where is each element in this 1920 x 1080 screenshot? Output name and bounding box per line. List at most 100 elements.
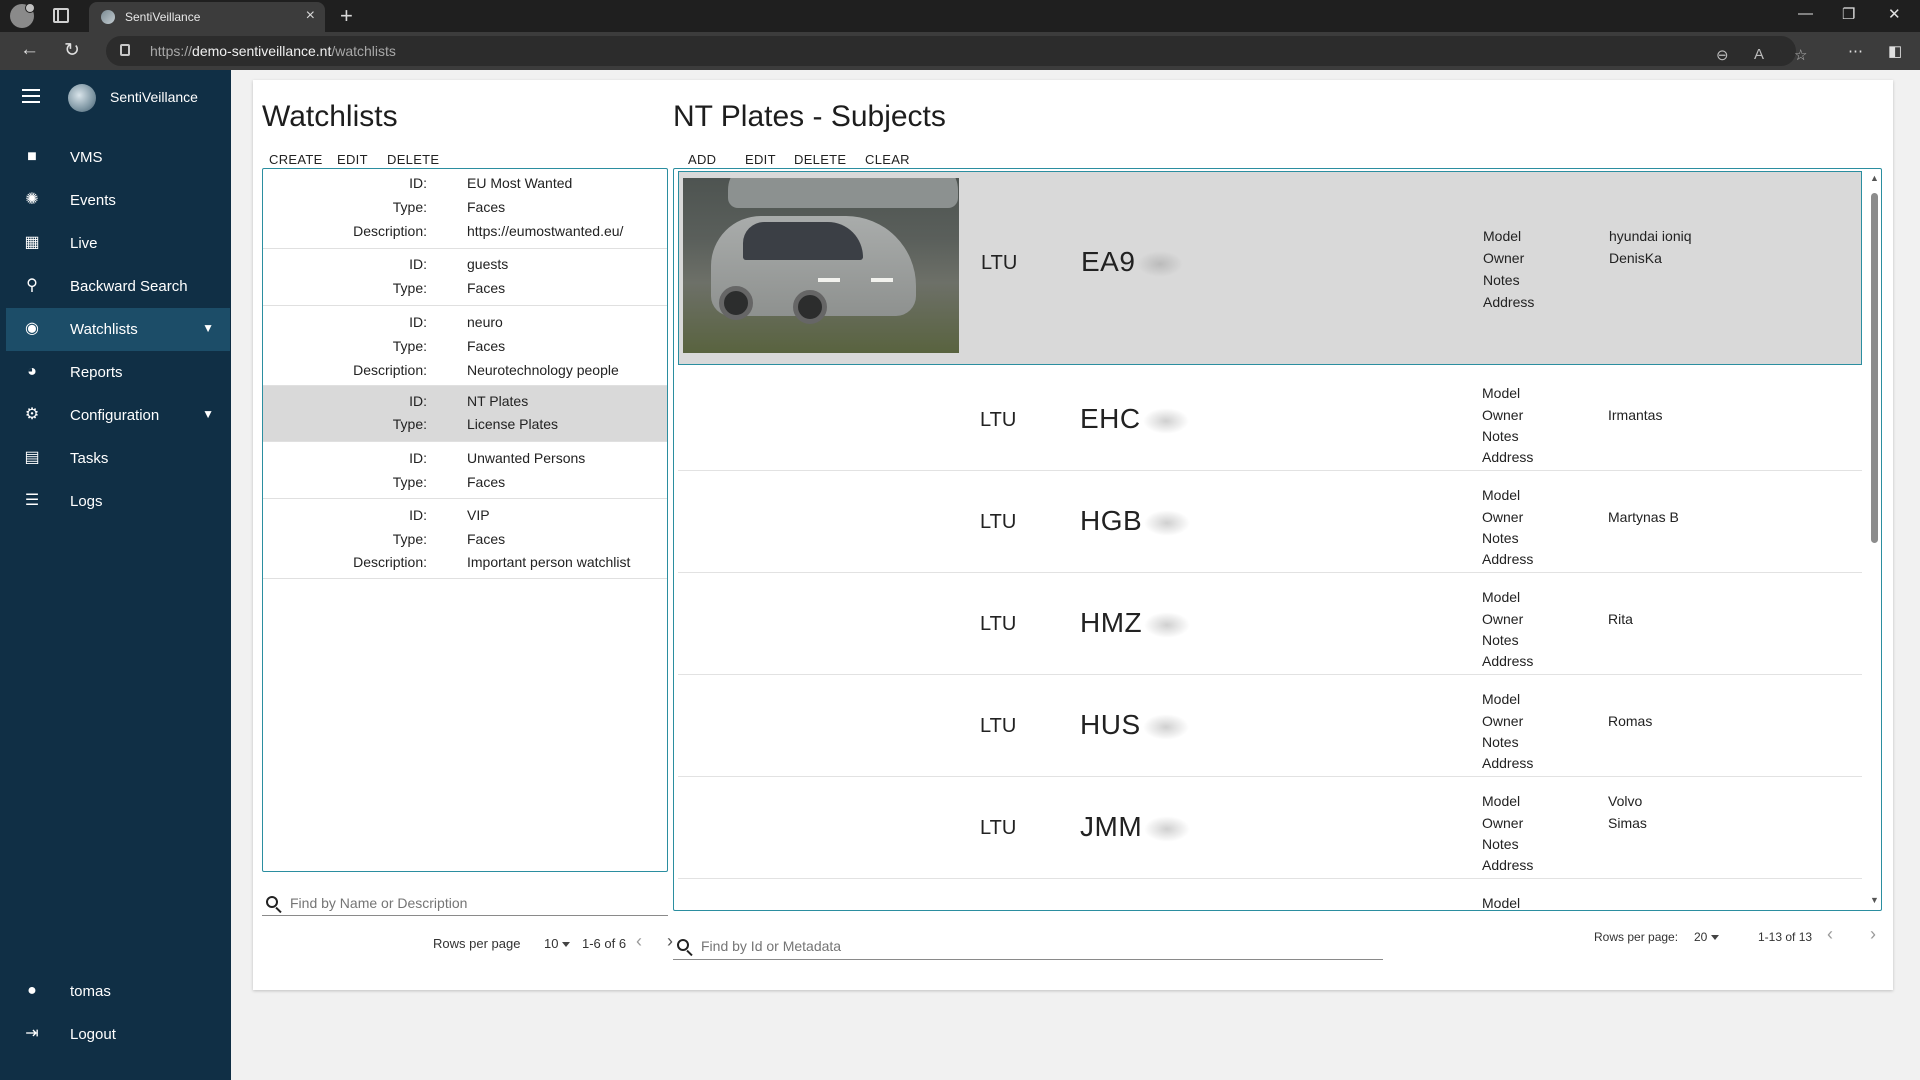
watchlist-id: VIP — [467, 507, 490, 523]
plate-country: LTU — [981, 252, 1018, 274]
sidebar-item-live[interactable]: ▦ Live — [6, 222, 230, 265]
new-tab-icon[interactable]: + — [340, 3, 353, 29]
owner-label: Owner — [1482, 815, 1524, 831]
minimize-icon[interactable]: — — [1798, 5, 1813, 22]
subject-item[interactable]: LTU HUS Model Owner Notes Address Romas — [678, 675, 1862, 777]
tab-close-icon[interactable]: × — [306, 7, 315, 25]
subject-item[interactable]: LTU HGB Model Owner Notes Address Martyn… — [678, 471, 1862, 573]
sidebar-item-reports[interactable]: ◕ Reports — [6, 351, 230, 394]
subject-item[interactable]: LTU HMZ Model Owner Notes Address Rita — [678, 573, 1862, 675]
watchlist-type: Faces — [467, 199, 506, 215]
video-camera-icon: ■ — [27, 148, 37, 165]
sidebar-item-backward-search[interactable]: ⚲ Backward Search — [6, 265, 230, 308]
zoom-out-icon[interactable]: ⊖ — [1716, 46, 1729, 64]
watchlist-item[interactable]: ID: EU Most Wanted Type: Faces Description… — [263, 169, 667, 249]
sidebar-item-tasks[interactable]: ▤ Tasks — [6, 437, 230, 480]
user-profile[interactable]: ● tomas — [6, 970, 230, 1013]
plate-number: EHC — [1080, 403, 1189, 435]
rows-per-page-select[interactable]: 10 — [544, 936, 571, 951]
watchlist-search-field[interactable] — [262, 890, 668, 916]
rows-per-page-value: 10 — [544, 936, 559, 951]
subject-search-field[interactable] — [673, 930, 1383, 960]
sidebar-item-logs[interactable]: ☰ Logs — [6, 480, 230, 523]
scroll-up-icon[interactable]: ▲ — [1870, 173, 1879, 183]
watchlist-search-input[interactable] — [290, 895, 650, 911]
menu-icon[interactable] — [22, 89, 40, 103]
url-field[interactable]: https://demo-sentiveillance.nt/watchlist… — [106, 36, 1807, 66]
notes-label: Notes — [1482, 428, 1519, 444]
watchlist-item[interactable]: ID: guests Type: Faces — [263, 249, 667, 306]
sidebar-item-label: Logs — [70, 493, 103, 510]
notes-label: Notes — [1482, 632, 1519, 648]
read-aloud-icon[interactable]: A — [1754, 46, 1764, 63]
plate-number-text: EA9 — [1081, 246, 1136, 277]
model-label: Model — [1482, 793, 1521, 809]
id-label: ID: — [409, 507, 427, 523]
subject-item[interactable]: Model — [678, 879, 1862, 911]
redaction-blur — [1144, 509, 1191, 536]
description-label: Description: — [353, 223, 427, 239]
browser-tab[interactable]: SentiVeillance × — [89, 2, 325, 32]
edit-button[interactable]: EDIT — [337, 152, 368, 167]
watchlist-item[interactable]: ID: neuro Type: Faces Description: Neurotec… — [263, 306, 667, 386]
scroll-down-icon[interactable]: ▼ — [1870, 895, 1879, 905]
subject-search-input[interactable] — [701, 938, 1361, 954]
id-label: ID: — [409, 393, 427, 409]
restore-icon[interactable]: ❐ — [1842, 5, 1855, 23]
clear-button[interactable]: CLEAR — [865, 152, 910, 167]
sidebar-item-watchlists[interactable]: ◉ Watchlists ▼ — [6, 308, 230, 351]
sidebar-item-configuration[interactable]: ⚙ Configuration ▼ — [6, 394, 230, 437]
next-page-icon[interactable]: › — [1870, 924, 1876, 945]
sidebar-item-events[interactable]: ✺ Events — [6, 179, 230, 222]
prev-page-icon[interactable]: ‹ — [1827, 924, 1833, 945]
watchlist-type: Faces — [467, 280, 506, 296]
edit-subject-button[interactable]: EDIT — [745, 152, 776, 167]
logout-button[interactable]: ⇥ Logout — [6, 1013, 230, 1056]
redaction-blur — [1144, 611, 1191, 638]
subject-rows-per-page-label: Rows per page: — [1594, 930, 1679, 944]
id-label: ID: — [409, 450, 427, 466]
model-label: Model — [1482, 895, 1521, 911]
subject-item[interactable]: LTU JMM Model Owner Notes Address Volvo … — [678, 777, 1862, 879]
scrollbar-thumb[interactable] — [1871, 193, 1878, 543]
type-label: Type: — [392, 416, 427, 432]
delete-button[interactable]: DELETE — [387, 152, 439, 167]
reload-icon[interactable]: ↻ — [64, 39, 80, 62]
plate-number: EA9 — [1081, 246, 1184, 278]
vehicle-photo — [683, 178, 959, 353]
content-panel: Watchlists CREATE EDIT DELETE ID: EU Most… — [253, 80, 1893, 990]
create-button[interactable]: CREATE — [269, 152, 323, 167]
owner-label: Owner — [1482, 611, 1524, 627]
delete-subject-button[interactable]: DELETE — [794, 152, 846, 167]
owner-label: Owner — [1483, 250, 1525, 266]
redaction-blur — [1144, 815, 1191, 842]
subject-item-selected[interactable]: LTU EA9 Model Owner Notes Address hyunda… — [678, 171, 1862, 365]
watchlist-type: Faces — [467, 338, 506, 354]
add-button[interactable]: ADD — [688, 152, 716, 167]
sidebar-item-vms[interactable]: ■ VMS — [6, 136, 230, 179]
more-menu-icon[interactable]: ⋯ — [1848, 42, 1863, 60]
watchlist-id: guests — [467, 256, 509, 272]
watchlist-description: Important person watchlist — [467, 554, 631, 570]
subject-list-scrollbar[interactable]: ▲ ▼ — [1869, 173, 1879, 907]
watchlist-item-selected[interactable]: ID: NT Plates Type: License Plates — [263, 386, 667, 442]
plate-number: HUS — [1080, 709, 1189, 741]
watchlist-item[interactable]: ID: Unwanted Persons Type: Faces — [263, 442, 667, 499]
watchlist-item[interactable]: ID: VIP Type: Faces Description: Important … — [263, 499, 667, 579]
favicon-icon — [101, 10, 115, 24]
sidebar-item-label: Tasks — [70, 450, 109, 467]
owner-value: Irmantas — [1608, 407, 1663, 423]
favorite-star-icon[interactable]: ☆ — [1794, 46, 1807, 64]
subject-rows-per-page-select[interactable]: 20 — [1694, 930, 1720, 944]
subject-item[interactable]: LTU EHC Model Owner Notes Address Irmant… — [678, 369, 1862, 471]
watchlist-type: License Plates — [467, 416, 559, 432]
profile-avatar-icon[interactable] — [10, 3, 35, 28]
logout-icon: ⇥ — [25, 1025, 39, 1042]
tab-actions-icon[interactable] — [53, 8, 69, 23]
watchlist-id: neuro — [467, 314, 503, 330]
sidebar-toggle-icon[interactable]: ◧ — [1888, 42, 1902, 60]
prev-page-icon[interactable]: ‹ — [636, 931, 642, 952]
search-icon — [266, 896, 278, 908]
window-close-icon[interactable]: ✕ — [1888, 5, 1901, 23]
back-icon[interactable]: ← — [20, 39, 39, 61]
